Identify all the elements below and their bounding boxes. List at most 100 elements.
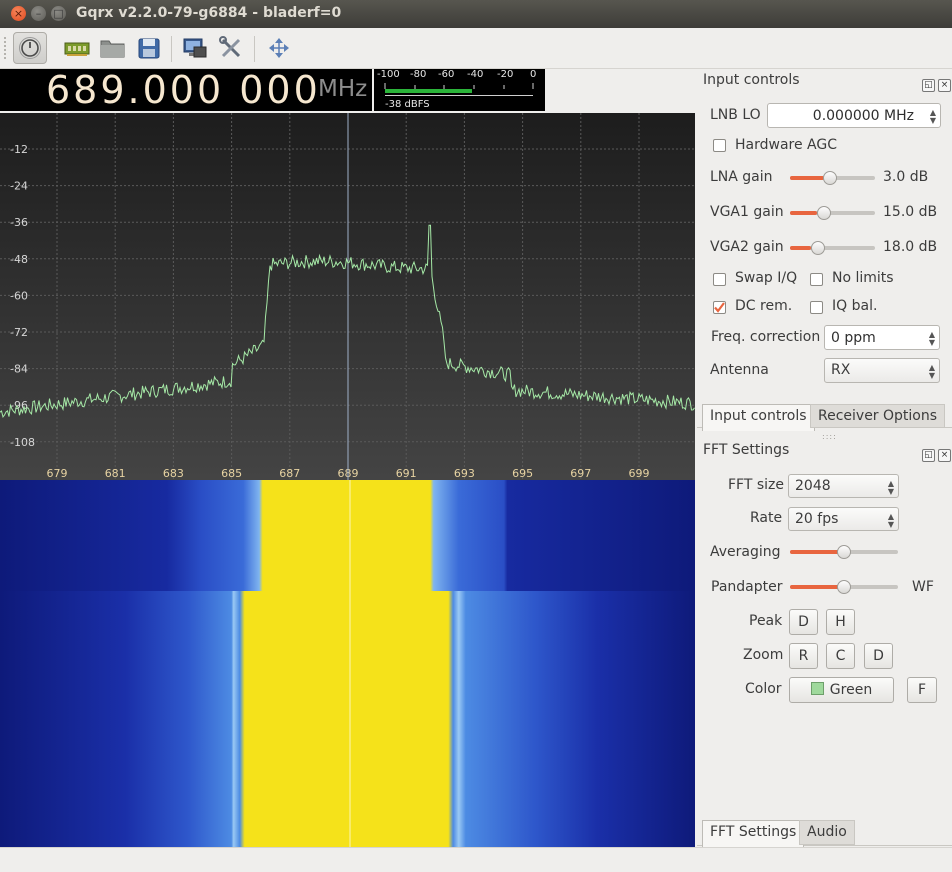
frequency-display[interactable]: 689.000 000 MHz	[0, 68, 372, 112]
save-button[interactable]	[134, 34, 164, 62]
open-button[interactable]	[98, 34, 128, 62]
peak-hold-button[interactable]: H	[826, 609, 855, 635]
frequency-digits[interactable]: 689.000 000	[46, 68, 321, 112]
hardware-icon	[64, 42, 90, 56]
zoom-reset-button[interactable]: R	[789, 643, 818, 669]
remote-icon	[183, 38, 207, 58]
toolbar-grip[interactable]	[4, 37, 9, 59]
averaging-handle[interactable]	[837, 545, 851, 559]
frequency-unit: MHz	[318, 76, 368, 102]
fullscreen-icon	[269, 38, 289, 58]
chevron-updown-icon: ▲ ▼	[887, 512, 894, 529]
chevron-updown-icon: ▲ ▼	[928, 363, 935, 380]
y-axis-label: -24	[10, 180, 28, 193]
peak-detect-button[interactable]: D	[789, 609, 818, 635]
tab-audio[interactable]: Audio	[799, 820, 855, 845]
dc-rem-checkbox[interactable]	[713, 301, 726, 314]
float-icon[interactable]: ◱	[922, 449, 935, 462]
rate-value: 20 fps	[795, 511, 839, 527]
meter-tick: 0	[530, 69, 537, 80]
io-devices-button[interactable]	[62, 34, 92, 62]
close-icon[interactable]: ×	[938, 449, 951, 462]
averaging-label: Averaging	[710, 544, 781, 560]
x-axis-label: 683	[163, 467, 184, 480]
lnb-lo-spin-icon[interactable]: ▲ ▼	[930, 109, 936, 125]
spectrum-trace	[0, 224, 695, 419]
minimize-icon[interactable]: –	[31, 6, 46, 21]
x-axis-label: 685	[221, 467, 242, 480]
color-value: Green	[829, 682, 873, 698]
iq-bal-checkbox[interactable]	[810, 301, 823, 314]
waterfall-display[interactable]	[0, 480, 695, 847]
no-limits-checkbox[interactable]	[810, 273, 823, 286]
lnb-lo-value: 0.000000 MHz	[812, 108, 914, 124]
meter-tick: -20	[497, 69, 514, 80]
y-axis-label: -60	[10, 289, 28, 302]
spectrum-plot[interactable]: -12 -24 -36 -48 -60 -72 -84 -96 -108 679 681 683 685…	[0, 113, 695, 480]
averaging-slider[interactable]	[790, 545, 898, 559]
float-icon[interactable]: ◱	[922, 79, 935, 92]
zoom-center-button[interactable]: C	[826, 643, 855, 669]
rate-select[interactable]: 20 fps ▲ ▼	[788, 507, 899, 531]
maximize-icon[interactable]: □	[51, 6, 66, 21]
color-label: Color	[745, 681, 782, 697]
dc-rem-label: DC rem.	[735, 298, 793, 314]
antenna-label: Antenna	[710, 362, 769, 378]
peak-label: Peak	[749, 613, 783, 629]
freq-correction-spin-icon[interactable]: ▲ ▼	[929, 331, 935, 347]
fill-button[interactable]: F	[907, 677, 937, 703]
x-axis-label: 693	[454, 467, 475, 480]
fullscreen-button[interactable]	[264, 34, 294, 62]
remote-control-button[interactable]	[180, 34, 210, 62]
antenna-select[interactable]: RX ▲ ▼	[824, 358, 940, 383]
spectrum-canvas[interactable]: -12-24-36-48-60-72-84-96-108679 681 683 685…	[0, 113, 695, 480]
swap-iq-checkbox[interactable]	[713, 273, 726, 286]
lna-gain-slider[interactable]	[790, 171, 875, 185]
save-icon	[138, 38, 160, 59]
lna-gain-value: 3.0 dB	[883, 169, 929, 185]
lna-gain-handle[interactable]	[823, 171, 837, 185]
settings-button[interactable]	[216, 34, 246, 62]
wf-label: WF	[912, 579, 934, 595]
vga1-gain-slider[interactable]	[790, 206, 875, 220]
lnb-lo-label: LNB LO	[710, 107, 761, 123]
meter-tick: -40	[467, 69, 484, 80]
fft-size-select[interactable]: 2048 ▲ ▼	[788, 474, 899, 498]
tab-receiver-options[interactable]: Receiver Options	[810, 404, 946, 428]
toolbar-separator	[171, 36, 172, 62]
lnb-lo-field[interactable]: 0.000000 MHz ▲ ▼	[767, 103, 941, 128]
fft-size-value: 2048	[795, 478, 831, 494]
splitter-handle[interactable]: ::::	[822, 432, 837, 441]
swap-iq-label: Swap I/Q	[735, 270, 798, 286]
tab-fft-settings[interactable]: FFT Settings	[702, 820, 805, 847]
meter-tick: -60	[438, 69, 455, 80]
rate-label: Rate	[750, 510, 783, 526]
close-icon[interactable]: ×	[11, 6, 26, 21]
pandapter-slider[interactable]	[790, 580, 898, 594]
hardware-agc-label: Hardware AGC	[735, 137, 837, 153]
x-axis-label: 697	[570, 467, 591, 480]
vga2-gain-value: 18.0 dB	[883, 239, 938, 255]
y-axis-label: -12	[10, 143, 28, 156]
vga2-gain-slider[interactable]	[790, 241, 875, 255]
meter-tick: -80	[410, 69, 427, 80]
antenna-value: RX	[831, 362, 851, 378]
waterfall-canvas[interactable]	[0, 480, 695, 847]
toolbar	[0, 28, 952, 69]
vga2-gain-handle[interactable]	[811, 241, 825, 255]
freq-correction-field[interactable]: 0 ppm ▲ ▼	[824, 325, 940, 350]
hardware-agc-checkbox[interactable]	[713, 139, 726, 152]
zoom-demod-button[interactable]: D	[864, 643, 893, 669]
pandapter-handle[interactable]	[837, 580, 851, 594]
power-button[interactable]	[13, 32, 47, 64]
fft-size-label: FFT size	[728, 477, 785, 493]
color-button[interactable]: Green	[789, 677, 894, 703]
y-axis-label: -84	[10, 363, 28, 376]
tools-icon	[219, 36, 241, 58]
vga1-gain-handle[interactable]	[817, 206, 831, 220]
chevron-updown-icon: ▲ ▼	[887, 479, 894, 496]
tab-input-controls[interactable]: Input controls	[702, 404, 815, 431]
x-axis-label: 681	[105, 467, 126, 480]
title-bar: × – □ Gqrx v2.2.0-79-g6884 - bladerf=0	[0, 0, 952, 29]
close-icon[interactable]: ×	[938, 79, 951, 92]
